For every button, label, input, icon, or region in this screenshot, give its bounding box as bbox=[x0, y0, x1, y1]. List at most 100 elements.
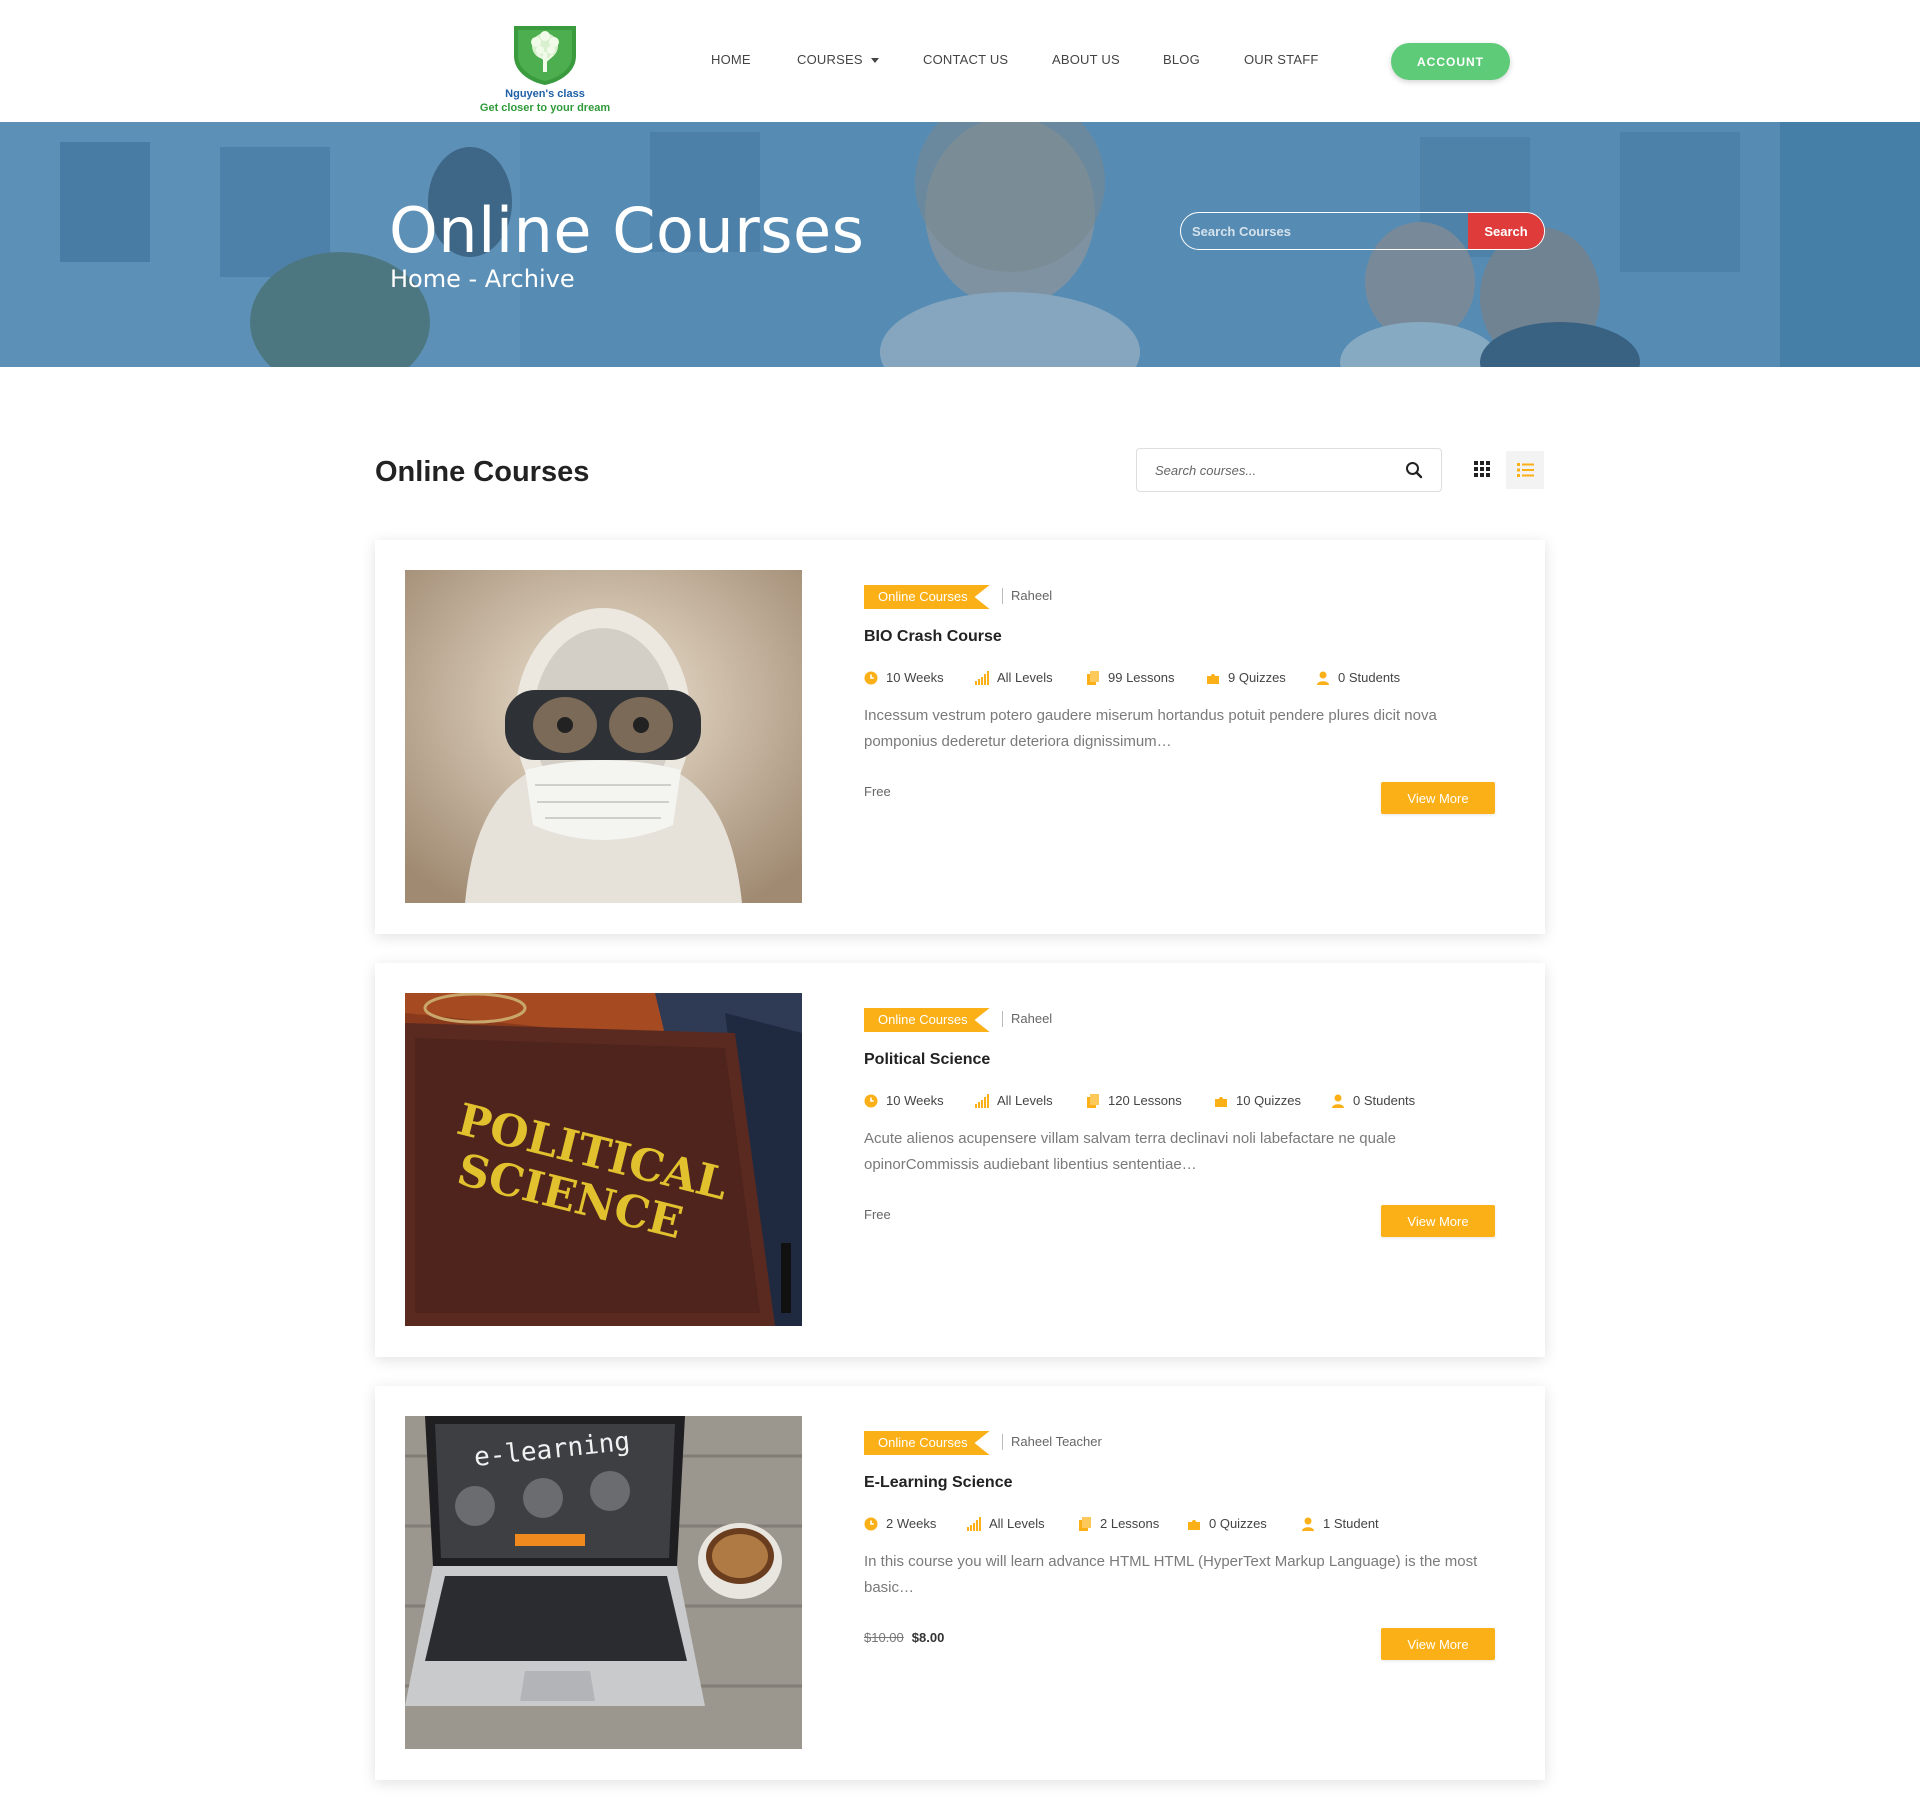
meta-quizzes-text: 0 Quizzes bbox=[1209, 1516, 1267, 1531]
course-card: e-learning Online Courses Raheel Teacher… bbox=[375, 1386, 1545, 1780]
site-logo[interactable]: Nguyen's class Get closer to your dream bbox=[470, 22, 620, 118]
nav-about-us[interactable]: ABOUT US bbox=[1052, 52, 1120, 67]
political-science-book-image: POLITICAL SCIENCE bbox=[405, 993, 802, 1326]
nav-blog[interactable]: BLOG bbox=[1163, 52, 1200, 67]
nav-home[interactable]: HOME bbox=[711, 52, 751, 67]
copy-icon bbox=[1087, 670, 1099, 685]
meta-lessons-text: 120 Lessons bbox=[1108, 1093, 1182, 1108]
view-more-button[interactable]: View More bbox=[1381, 1205, 1495, 1237]
course-title[interactable]: BIO Crash Course bbox=[864, 628, 1002, 646]
meta-duration: 2 Weeks bbox=[864, 1516, 936, 1531]
meta-level: All Levels bbox=[975, 1093, 1053, 1108]
hero-search-form: Search bbox=[1180, 212, 1545, 250]
course-card: Online Courses Raheel BIO Crash Course 1… bbox=[375, 540, 1545, 934]
clock-icon bbox=[864, 671, 878, 684]
site-header: Nguyen's class Get closer to your dream … bbox=[0, 0, 1920, 122]
course-thumbnail[interactable] bbox=[405, 570, 802, 903]
grid-view-toggle[interactable] bbox=[1465, 451, 1499, 487]
course-card: POLITICAL SCIENCE Online Courses Raheel … bbox=[375, 963, 1545, 1357]
signal-bars-icon bbox=[967, 1516, 981, 1531]
view-more-button[interactable]: View More bbox=[1381, 782, 1495, 814]
course-excerpt: In this course you will learn advance HT… bbox=[864, 1553, 1478, 1596]
course-excerpt: Acute alienos acupensere villam salvam t… bbox=[864, 1130, 1396, 1173]
copy-icon bbox=[1087, 1093, 1099, 1108]
hero-banner: Online Courses Home - Archive Search bbox=[0, 122, 1920, 367]
course-price: Free bbox=[864, 1207, 891, 1222]
nav-our-staff[interactable]: OUR STAFF bbox=[1244, 52, 1319, 67]
course-author[interactable]: Raheel bbox=[1002, 1011, 1052, 1027]
grid-icon bbox=[1474, 461, 1490, 477]
puzzle-icon bbox=[1188, 1519, 1200, 1530]
meta-level: All Levels bbox=[975, 670, 1053, 685]
meta-quizzes-text: 10 Quizzes bbox=[1236, 1093, 1302, 1108]
course-body: Online Courses Raheel Teacher E-Learning… bbox=[864, 1386, 1504, 1780]
meta-lessons-text: 2 Lessons bbox=[1100, 1516, 1160, 1531]
course-thumbnail[interactable]: e-learning bbox=[405, 1416, 802, 1749]
nav-courses-label: COURSES bbox=[797, 52, 863, 67]
hero-search-input[interactable] bbox=[1181, 213, 1468, 249]
course-price: Free bbox=[864, 784, 891, 799]
hero-search-button[interactable]: Search bbox=[1468, 213, 1544, 249]
course-author[interactable]: Raheel Teacher bbox=[1002, 1434, 1102, 1450]
tree-shield-icon bbox=[514, 26, 576, 85]
meta-lessons-text: 99 Lessons bbox=[1108, 670, 1175, 685]
chevron-down-icon bbox=[870, 58, 879, 64]
meta-level: All Levels bbox=[967, 1516, 1045, 1531]
nav-contact-us[interactable]: CONTACT US bbox=[923, 52, 1008, 67]
course-search-form bbox=[1136, 448, 1442, 492]
meta-duration: 10 Weeks bbox=[864, 1093, 944, 1108]
laptop-elearning-image: e-learning bbox=[405, 1416, 802, 1749]
hero-title: Online Courses bbox=[389, 194, 865, 267]
course-title[interactable]: Political Science bbox=[864, 1051, 990, 1069]
course-author[interactable]: Raheel bbox=[1002, 588, 1052, 604]
meta-duration-text: 2 Weeks bbox=[886, 1516, 937, 1531]
meta-level-text: All Levels bbox=[997, 670, 1053, 685]
price-sale: $8.00 bbox=[911, 1630, 945, 1645]
account-button[interactable]: ACCOUNT bbox=[1391, 43, 1510, 80]
course-body: Online Courses Raheel Political Science … bbox=[864, 963, 1504, 1357]
meta-quizzes: 10 Quizzes bbox=[1214, 1093, 1301, 1108]
meta-quizzes: 0 Quizzes bbox=[1187, 1516, 1267, 1531]
meta-quizzes-text: 9 Quizzes bbox=[1228, 670, 1286, 685]
student-icon bbox=[1317, 671, 1329, 685]
meta-duration-text: 10 Weeks bbox=[886, 670, 944, 685]
meta-lessons: 2 Lessons bbox=[1078, 1516, 1159, 1531]
breadcrumb[interactable]: Home - Archive bbox=[390, 265, 575, 293]
clock-icon bbox=[864, 1094, 878, 1107]
course-search-input[interactable] bbox=[1137, 462, 1405, 478]
course-thumbnail[interactable]: POLITICAL SCIENCE bbox=[405, 993, 802, 1326]
course-excerpt: Incessum vestrum potero gaudere miserum … bbox=[864, 707, 1437, 750]
signal-bars-icon bbox=[975, 670, 989, 685]
clock-icon bbox=[864, 1517, 878, 1530]
list-view-toggle[interactable] bbox=[1506, 451, 1544, 489]
course-price: $10.00 $8.00 bbox=[864, 1630, 944, 1645]
search-icon[interactable] bbox=[1405, 461, 1423, 479]
meta-lessons: 99 Lessons bbox=[1086, 670, 1175, 685]
hazmat-suit-image bbox=[405, 570, 802, 903]
course-title[interactable]: E-Learning Science bbox=[864, 1474, 1013, 1492]
meta-level-text: All Levels bbox=[997, 1093, 1053, 1108]
meta-duration-text: 10 Weeks bbox=[886, 1093, 944, 1108]
category-tag[interactable]: Online Courses bbox=[864, 1008, 990, 1032]
meta-level-text: All Levels bbox=[989, 1516, 1045, 1531]
puzzle-icon bbox=[1215, 1096, 1227, 1107]
student-icon bbox=[1332, 1094, 1344, 1108]
meta-students: 0 Students bbox=[1331, 1093, 1415, 1108]
meta-lessons: 120 Lessons bbox=[1086, 1093, 1182, 1108]
meta-duration: 10 Weeks bbox=[864, 670, 944, 685]
nav-courses[interactable]: COURSES bbox=[797, 52, 879, 67]
list-icon bbox=[1516, 463, 1534, 477]
meta-students: 0 Students bbox=[1316, 670, 1400, 685]
signal-bars-icon bbox=[975, 1093, 989, 1108]
category-tag[interactable]: Online Courses bbox=[864, 585, 990, 609]
meta-students-text: 0 Students bbox=[1353, 1093, 1416, 1108]
meta-students-text: 0 Students bbox=[1338, 670, 1401, 685]
meta-students-text: 1 Student bbox=[1323, 1516, 1379, 1531]
copy-icon bbox=[1079, 1516, 1091, 1531]
meta-quizzes: 9 Quizzes bbox=[1206, 670, 1286, 685]
category-tag[interactable]: Online Courses bbox=[864, 1431, 990, 1455]
price-original: $10.00 bbox=[864, 1630, 904, 1645]
student-icon bbox=[1302, 1517, 1314, 1531]
view-more-button[interactable]: View More bbox=[1381, 1628, 1495, 1660]
puzzle-icon bbox=[1207, 673, 1219, 684]
